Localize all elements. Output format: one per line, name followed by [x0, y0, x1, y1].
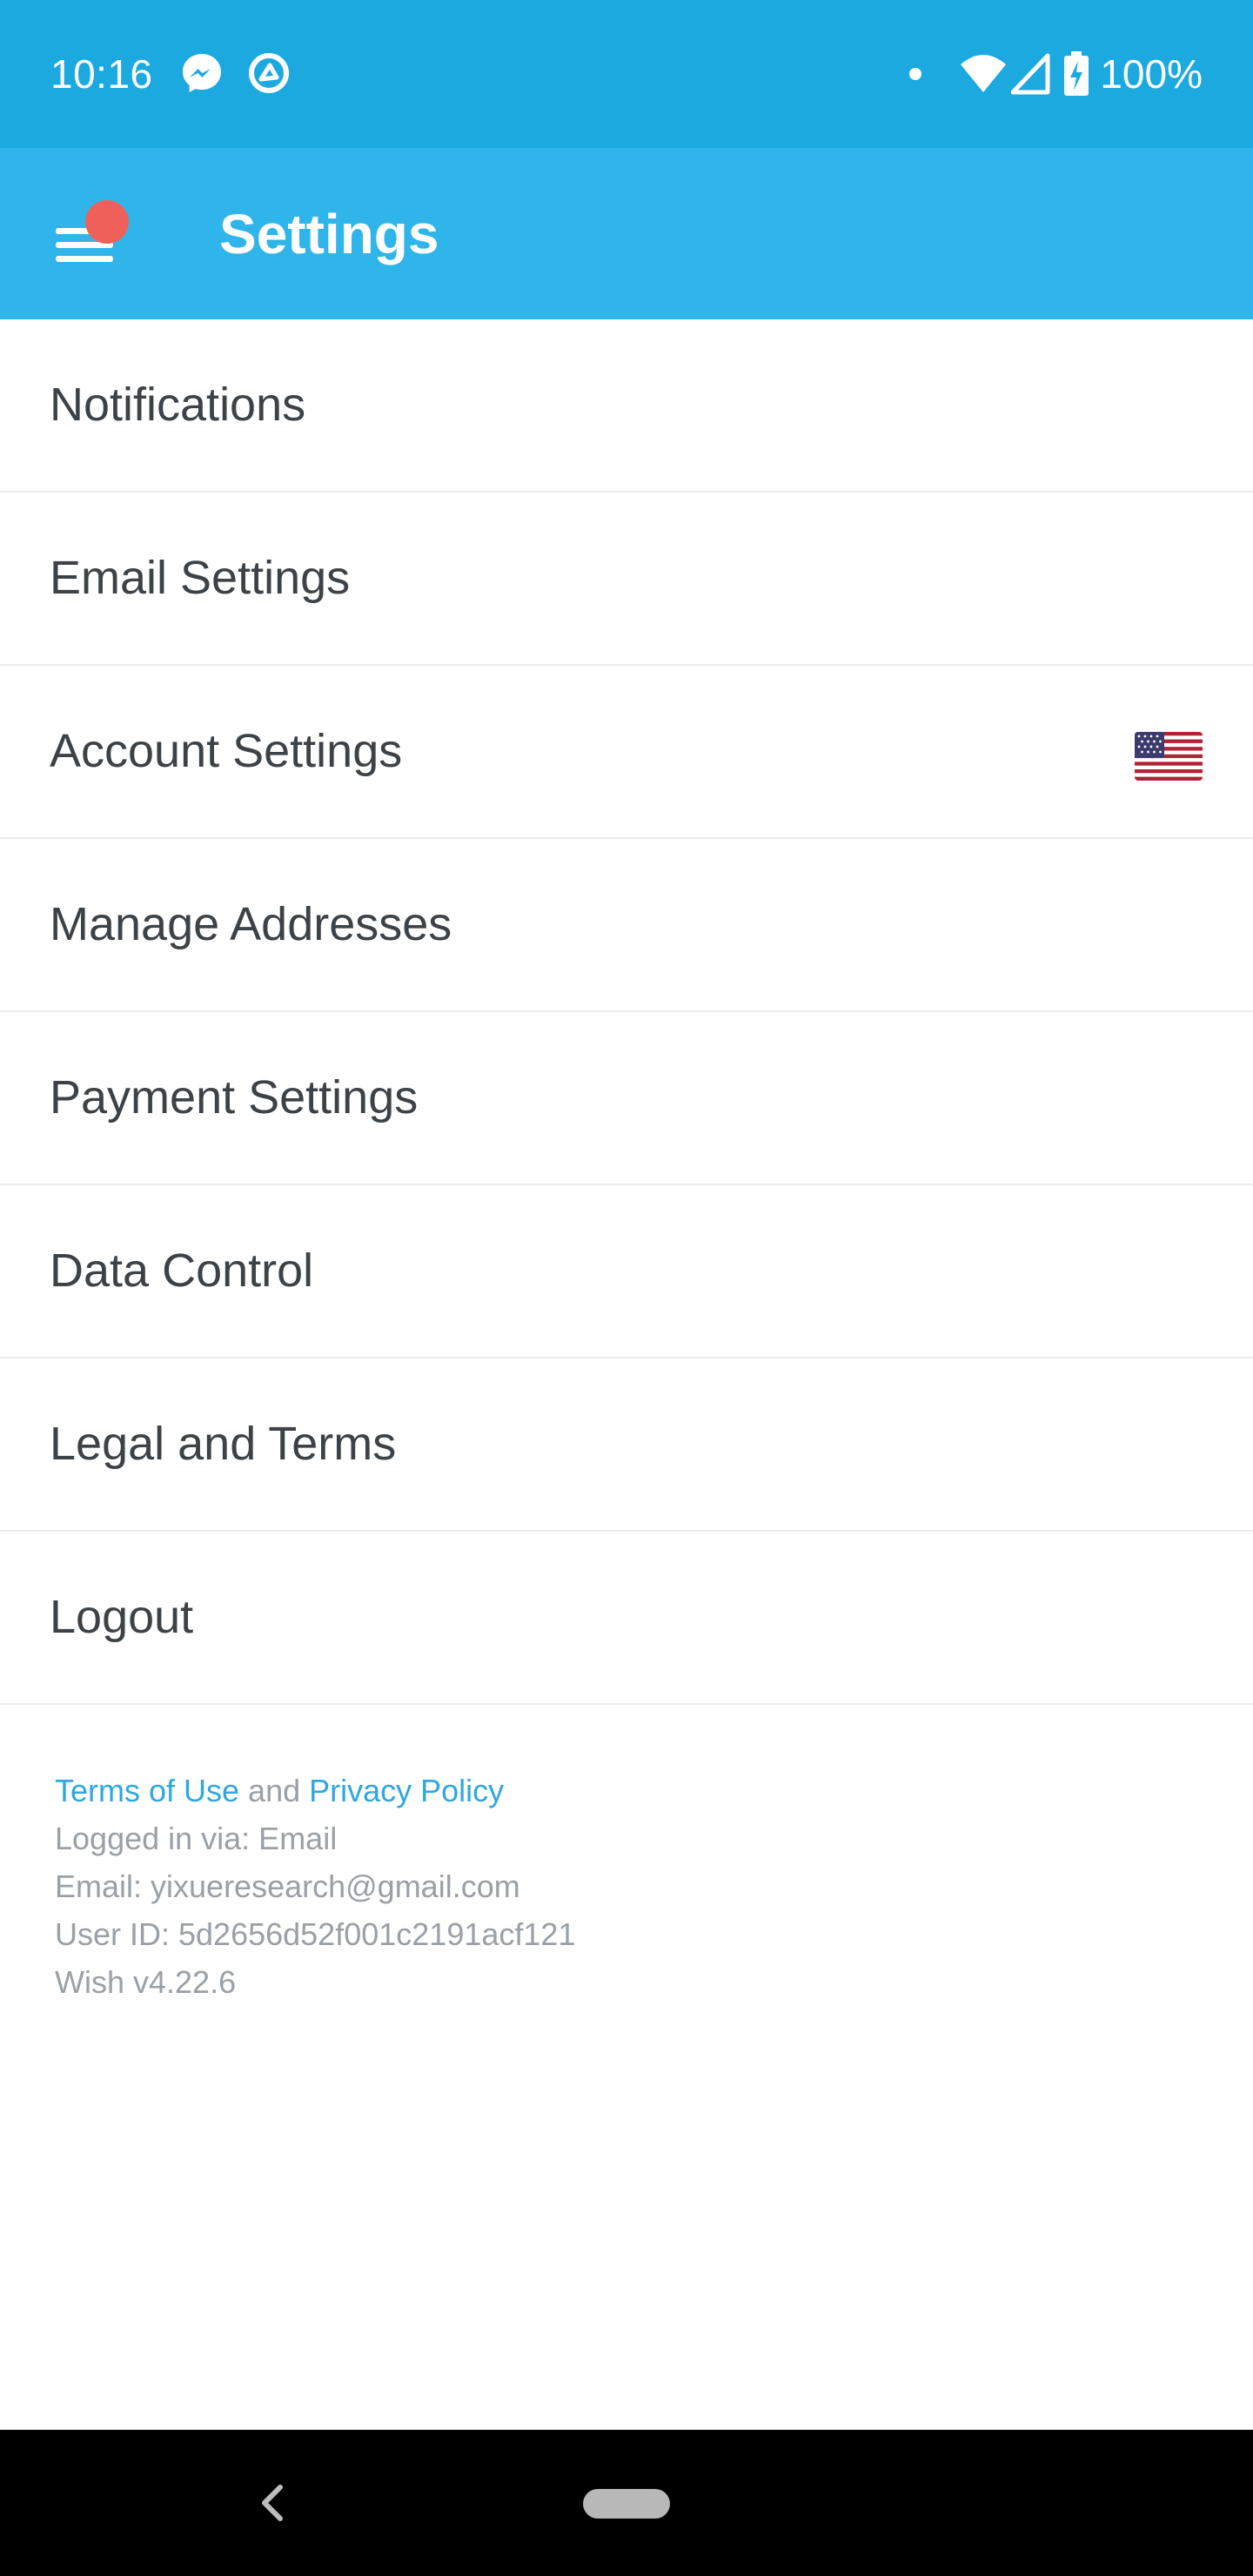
- us-flag-icon: [1135, 732, 1203, 781]
- home-pill-icon[interactable]: [583, 2489, 670, 2519]
- messenger-icon: [183, 54, 221, 92]
- back-chevron-icon[interactable]: [254, 2475, 289, 2531]
- settings-list: Notifications Email Settings Account Set…: [0, 319, 1253, 1705]
- logged-in-via: Logged in via: Email: [55, 1821, 338, 1856]
- notification-badge: [85, 200, 129, 244]
- account-info-footer: Terms of Use and Privacy Policy Logged i…: [55, 1767, 1186, 2006]
- settings-item-payment-settings[interactable]: Payment Settings: [0, 1012, 1253, 1185]
- hamburger-menu-icon[interactable]: [44, 191, 139, 287]
- settings-item-label: Data Control: [50, 1244, 314, 1297]
- legal-links-line: Terms of Use and Privacy Policy: [55, 1767, 1186, 1815]
- settings-item-manage-addresses[interactable]: Manage Addresses: [0, 839, 1253, 1012]
- settings-item-email-settings[interactable]: Email Settings: [0, 493, 1253, 666]
- settings-item-notifications[interactable]: Notifications: [0, 319, 1253, 493]
- settings-item-legal-and-terms[interactable]: Legal and Terms: [0, 1358, 1253, 1532]
- status-time: 10:16: [50, 51, 153, 97]
- settings-item-logout[interactable]: Logout: [0, 1532, 1253, 1705]
- battery-percentage: 100%: [1100, 51, 1203, 97]
- terms-of-use-link[interactable]: Terms of Use: [55, 1773, 239, 1808]
- battery-charging-icon: [1064, 51, 1089, 96]
- dot-icon: [909, 68, 922, 80]
- settings-item-label: Account Settings: [50, 725, 403, 777]
- settings-item-label: Payment Settings: [50, 1071, 419, 1124]
- settings-item-label: Manage Addresses: [50, 898, 452, 950]
- settings-item-label: Logout: [50, 1591, 194, 1643]
- user-id: User ID: 5d2656d52f001c2191acf121: [55, 1916, 576, 1952]
- system-nav-bar: [0, 2430, 1253, 2576]
- privacy-policy-link[interactable]: Privacy Policy: [309, 1773, 504, 1808]
- wifi-icon: [961, 55, 1007, 92]
- cellular-signal-icon: [1011, 53, 1050, 95]
- settings-item-label: Email Settings: [50, 552, 351, 604]
- app-bar: Settings: [0, 148, 1253, 319]
- status-right: 100%: [907, 49, 1203, 99]
- app-version: Wish v4.22.6: [55, 1964, 237, 2000]
- account-email: Email: yixueresearch@gmail.com: [55, 1868, 520, 1904]
- status-bar: 10:16 100%: [0, 0, 1253, 148]
- settings-item-account-settings[interactable]: Account Settings: [0, 666, 1253, 839]
- page-title: Settings: [219, 203, 439, 265]
- settings-item-data-control[interactable]: Data Control: [0, 1185, 1253, 1358]
- settings-item-label: Legal and Terms: [50, 1418, 397, 1470]
- app-notification-icon: [249, 53, 289, 93]
- and-text: and: [239, 1773, 310, 1808]
- settings-item-label: Notifications: [50, 379, 306, 431]
